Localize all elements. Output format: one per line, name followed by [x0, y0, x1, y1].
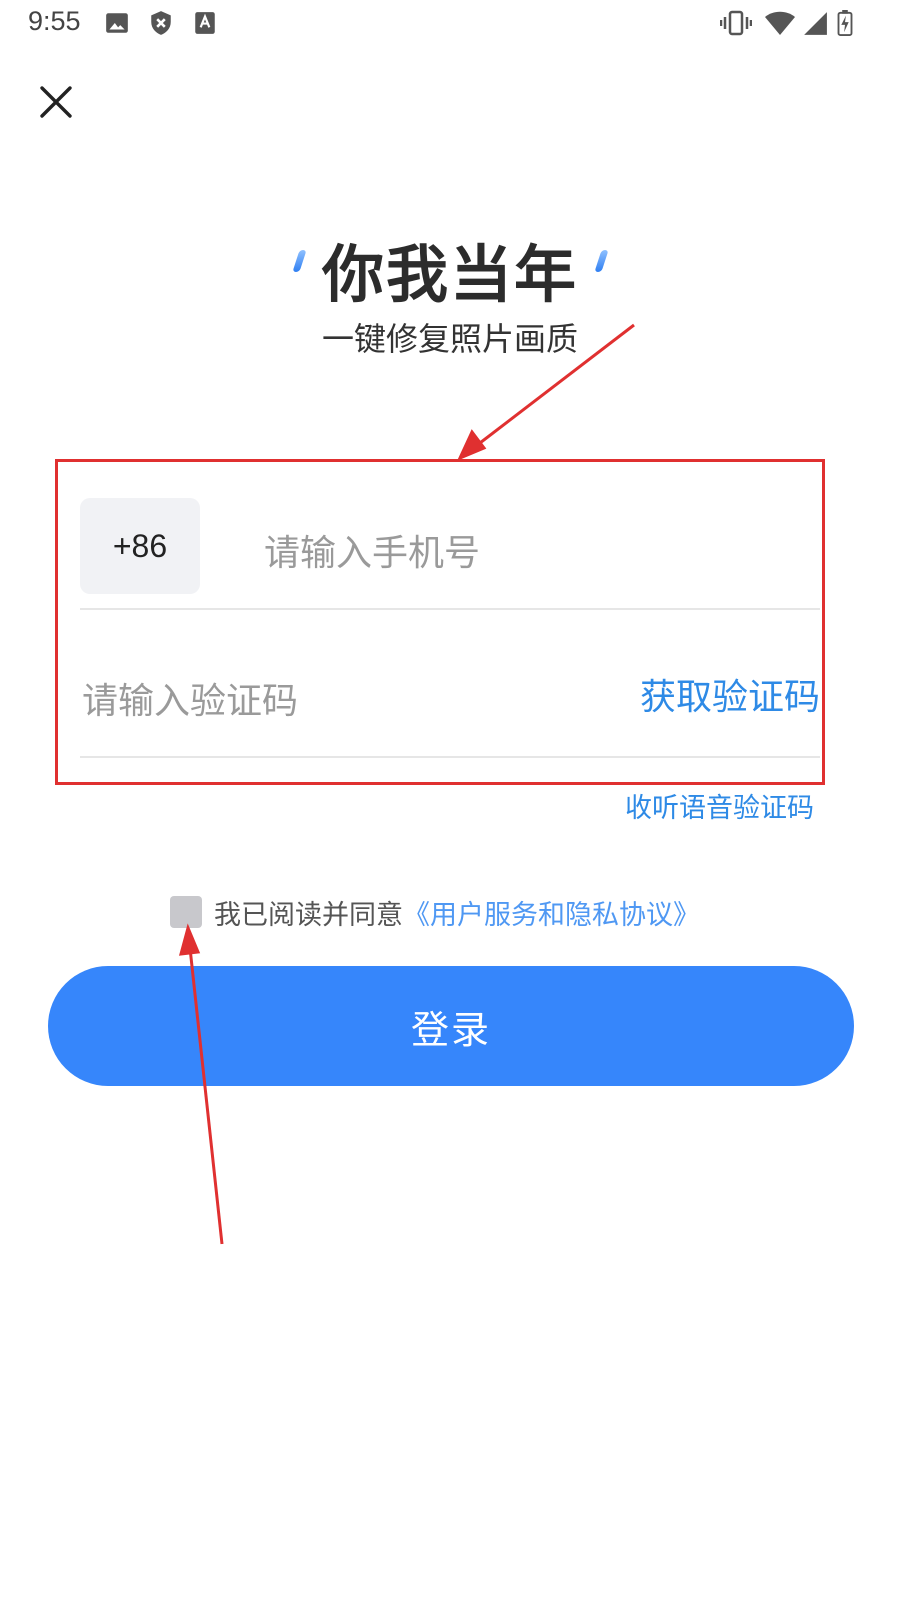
agreement-row: 我已阅读并同意 《用户服务和隐私协议》 — [170, 892, 700, 932]
annotation-box — [55, 459, 825, 785]
accessibility-icon — [192, 10, 218, 36]
close-icon — [40, 86, 72, 118]
agreement-text: 我已阅读并同意 — [214, 899, 403, 931]
agreement-link[interactable]: 《用户服务和隐私协议》 — [403, 893, 700, 932]
wifi-icon — [764, 10, 796, 36]
image-icon — [104, 10, 130, 36]
shield-x-icon — [148, 10, 174, 36]
login-button[interactable]: 登录 — [48, 966, 854, 1086]
vibrate-icon — [720, 10, 752, 36]
battery-charging-icon — [836, 10, 854, 36]
voice-code-link[interactable]: 收听语音验证码 — [625, 786, 814, 825]
app-subtitle: 一键修复照片画质 — [321, 320, 578, 358]
close-button[interactable] — [38, 84, 74, 120]
status-time: 9:55 — [28, 6, 81, 36]
app-title: 你我当年 — [321, 238, 578, 311]
agreement-checkbox[interactable] — [170, 896, 202, 928]
signal-icon — [802, 10, 828, 36]
